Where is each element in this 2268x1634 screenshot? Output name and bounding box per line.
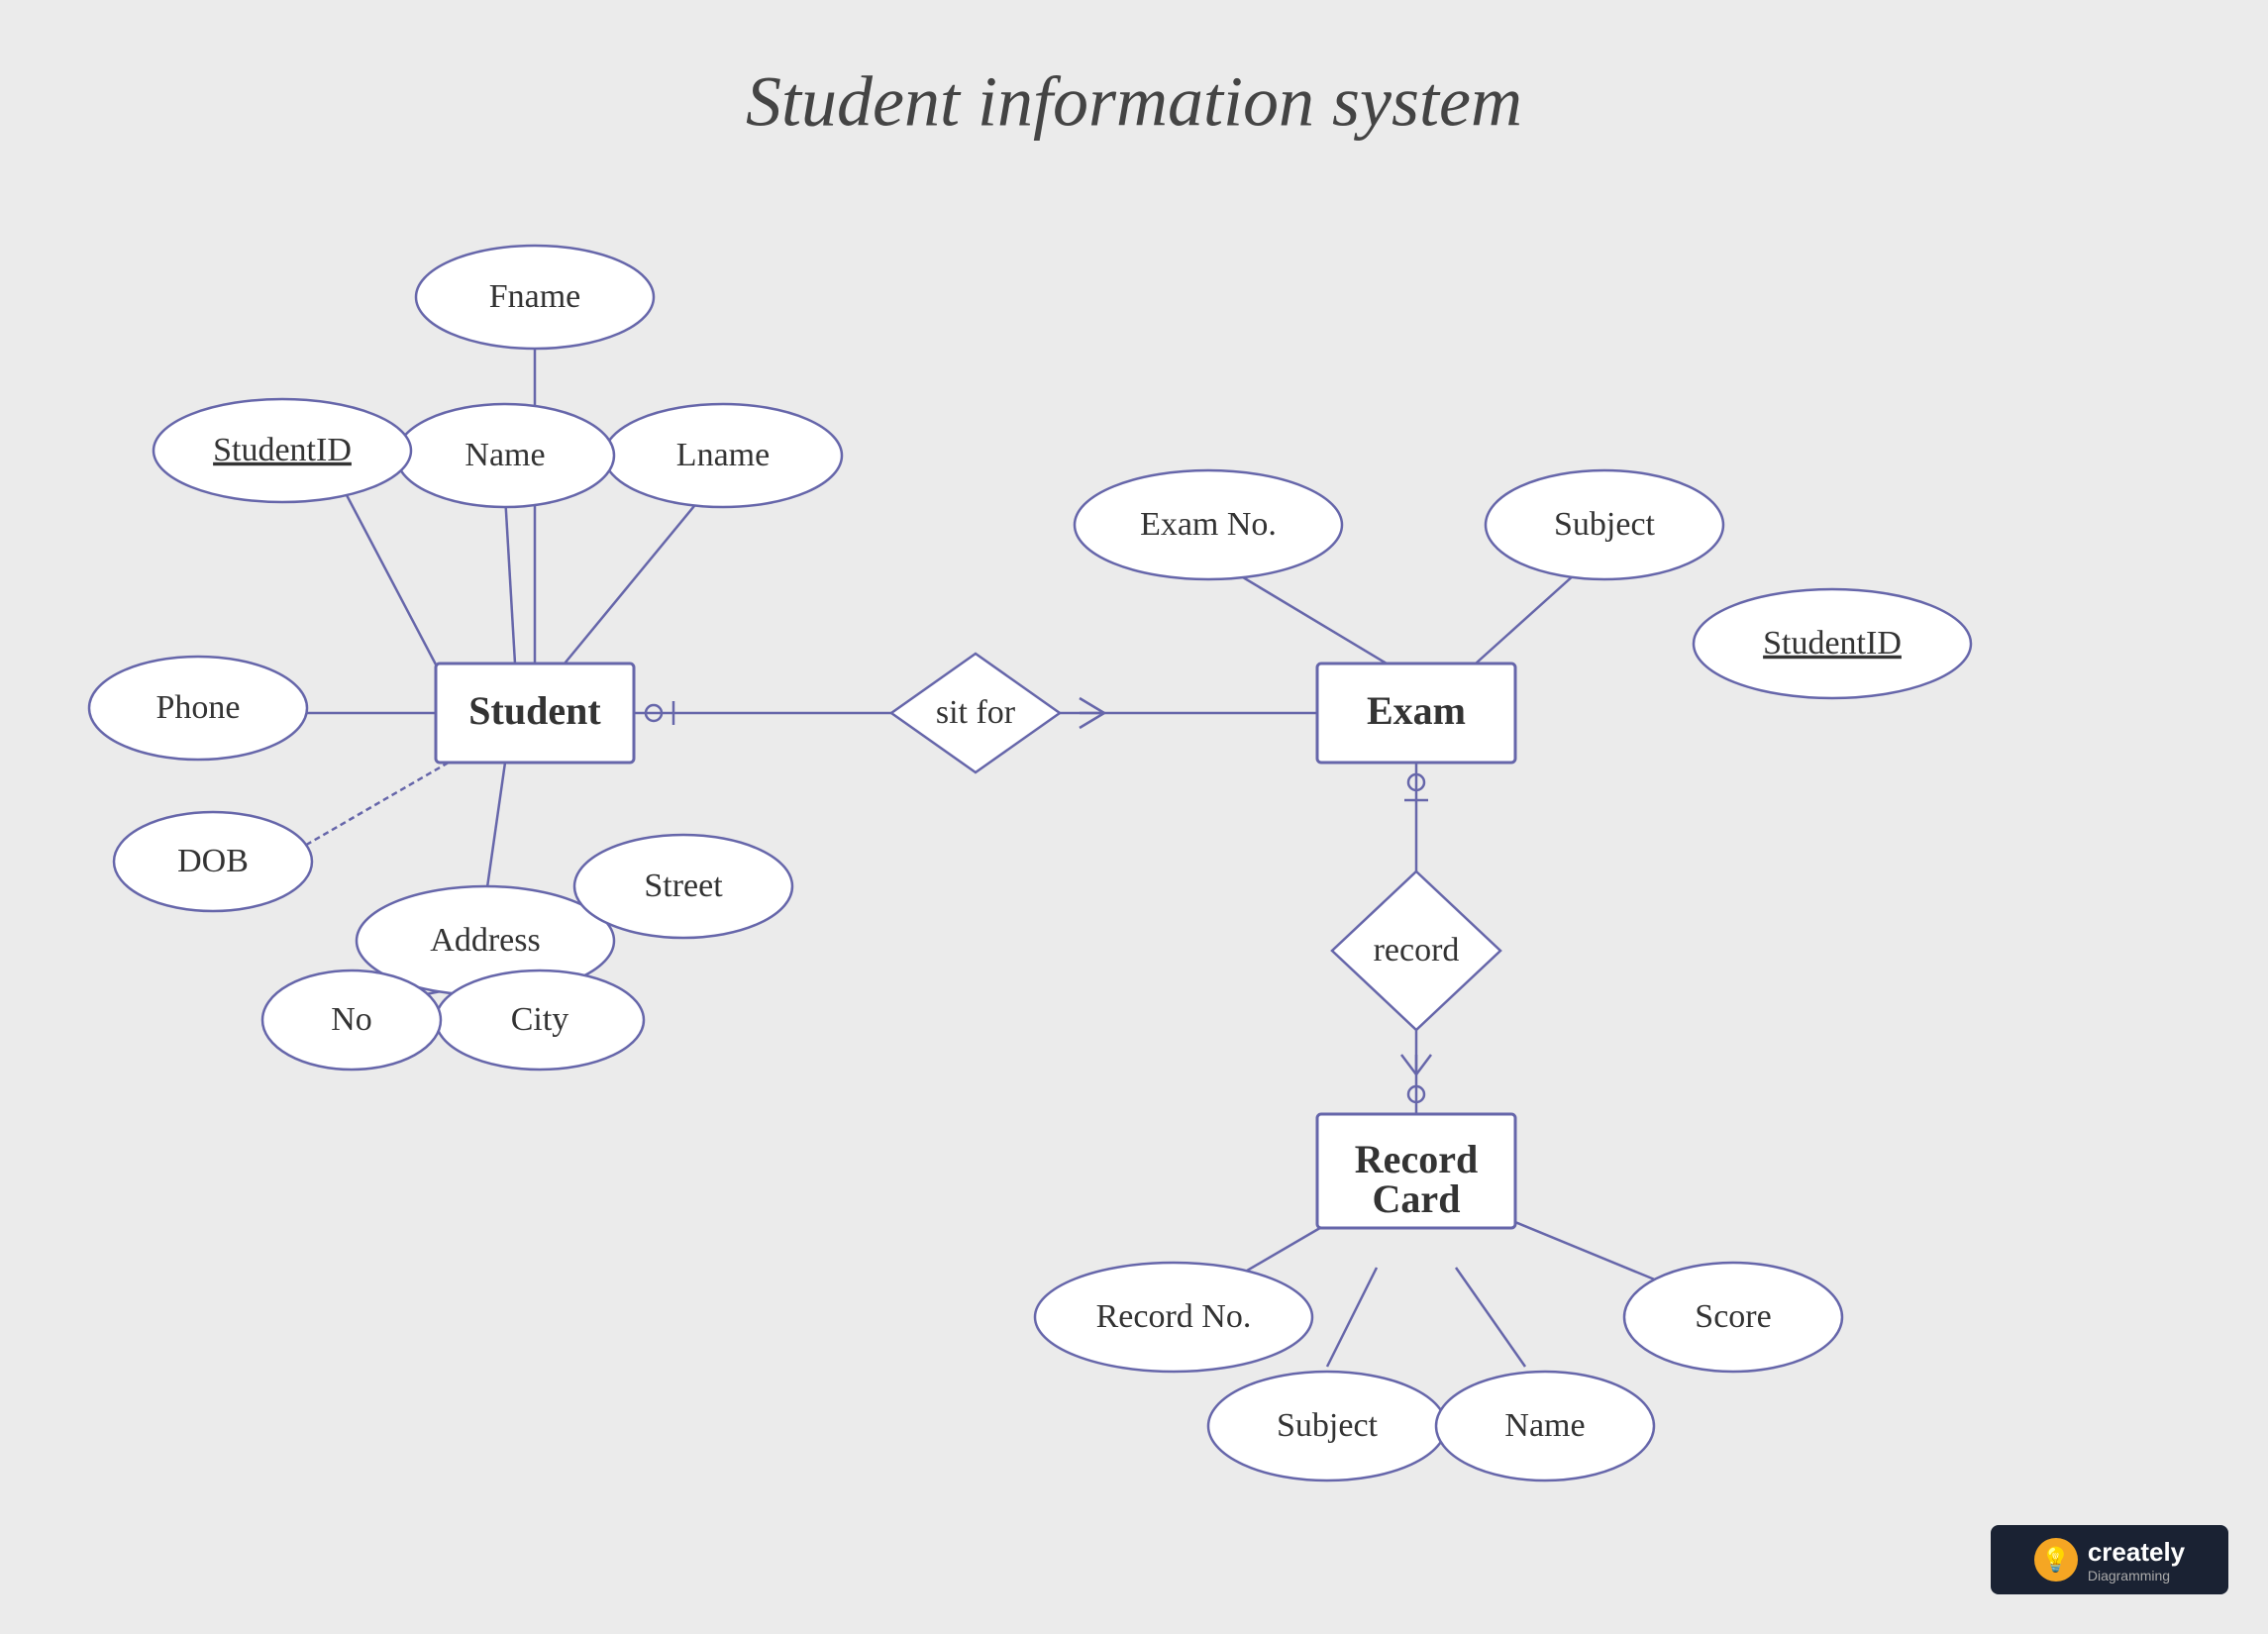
fname-label: Fname	[489, 278, 581, 315]
logo-sub-text: Diagramming	[2088, 1568, 2185, 1583]
edge-student-address	[485, 763, 505, 901]
score-label: Score	[1695, 1298, 1771, 1335]
logo-brand-name: creately	[2088, 1537, 2185, 1568]
phone-label: Phone	[156, 689, 241, 726]
dob-label: DOB	[177, 843, 249, 879]
record-no-label: Record No.	[1096, 1298, 1252, 1335]
name-rc-label: Name	[1504, 1407, 1585, 1444]
student-id-label: StudentID	[213, 432, 352, 468]
exam-label: Exam	[1367, 688, 1466, 733]
street-label: Street	[644, 868, 723, 904]
edge-exam-subject	[1476, 574, 1575, 664]
subject-exam-label: Subject	[1554, 506, 1656, 543]
diagram-title: Student information system	[746, 62, 1522, 142]
edge-rc-subject	[1327, 1268, 1377, 1367]
city-label: City	[511, 1001, 569, 1038]
edge-student-name	[505, 495, 515, 664]
address-label: Address	[430, 922, 540, 959]
sit-for-label: sit for	[936, 694, 1016, 731]
name-label: Name	[464, 437, 545, 473]
crowfoot-rc2	[1416, 1055, 1431, 1074]
crowfoot2	[1080, 713, 1104, 728]
crowfoot1	[1080, 698, 1104, 713]
edge-student-studentid	[347, 495, 446, 683]
edge-exam-examno	[1238, 574, 1387, 664]
edge-rc-score	[1505, 1218, 1674, 1287]
logo-bulb-icon: 💡	[2034, 1538, 2078, 1582]
record-label: record	[1374, 932, 1460, 969]
no-label: No	[331, 1001, 372, 1038]
exam-no-label: Exam No.	[1140, 506, 1277, 543]
crowfoot-rc1	[1401, 1055, 1416, 1074]
record-card-label: Record	[1355, 1137, 1478, 1181]
edge-student-lname	[565, 495, 703, 664]
edge-rc-name	[1456, 1268, 1525, 1367]
student-id2-label: StudentID	[1763, 625, 1902, 662]
record-card-label2: Card	[1373, 1176, 1461, 1221]
creately-logo: 💡 creately Diagramming	[1991, 1525, 2228, 1594]
logo-text-block: creately Diagramming	[2088, 1537, 2185, 1583]
lname-label: Lname	[676, 437, 770, 473]
student-label: Student	[468, 688, 601, 733]
subject-rc-label: Subject	[1277, 1407, 1379, 1444]
